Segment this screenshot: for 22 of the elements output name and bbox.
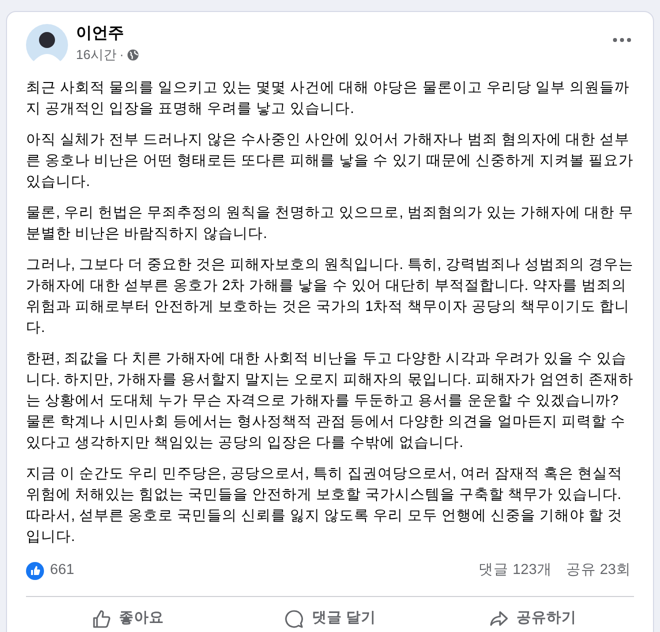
like-button[interactable]: 좋아요 <box>26 602 229 632</box>
post-paragraph: 한편, 죄값을 다 치른 가해자에 대한 사회적 비난을 두고 다양한 시각과 우려가 있을 수 있습니다. 하지만, 가해자를 용서할지 말지는 오로지 피해자의 몫입니다. 피해자가 엄연히 존재하는 상황에서 도대체 누가 무슨 자격으로 가해자를 두둔하고 용서를 운운할 수 있겠습니까? 물론 학계나 시민사회 등에서는 형사정책적 관점 등에서 다양한 의견을 얼마든지 피력할 수 있다고 생각하지만 책임있는 공당의 입장은 다를 수밖에 없습니다. <box>26 350 634 453</box>
post-paragraph: 물론, 우리 헌법은 무죄추정의 원칙을 천명하고 있으므로, 범죄혐의가 있는 가해자에 대한 무분별한 비난은 바람직하지 않습니다. <box>26 204 634 244</box>
post-paragraph: 그러나, 그보다 더 중요한 것은 피해자보호의 원칙입니다. 특히, 강력범죄나 성범죄의 경우는 가해자에 대한 섣부른 옹호가 2차 가해를 낳을 수 있어 대단히 부적절합니다. 약자를 범죄의 위험과 피해로부터 안전하게 보호하는 것은 국가의 1차적 책무이자 공당의 책무이기도 합니다. <box>26 256 634 338</box>
share-button[interactable]: 공유하기 <box>431 602 634 632</box>
avatar[interactable] <box>26 24 68 66</box>
more-icon[interactable] <box>613 38 631 42</box>
separator: · <box>119 46 124 64</box>
globe-icon <box>126 49 139 61</box>
author-name[interactable]: 이언주 <box>76 24 124 44</box>
share-arrow-icon <box>488 608 509 629</box>
post-paragraph: 지금 이 순간도 우리 민주당은, 공당으로서, 특히 집권여당으로서, 여러 잠재적 혹은 현실적 위험에 처해있는 힘없는 국민들을 안전하게 보호할 국가시스템을 구축할 책무가 있습니다. 따라서, 섣부른 옹호로 국민들의 신뢰를 잃지 않도록 우리 모두 언행에 신중을 기해야 할 것입니다. <box>26 465 624 547</box>
thumbs-up-icon <box>90 608 111 629</box>
speech-bubble-icon <box>284 608 304 629</box>
share-count[interactable]: 공유 23회 <box>566 560 631 582</box>
reaction-count[interactable]: 661 <box>50 560 74 582</box>
like-icon <box>26 562 44 580</box>
post-paragraph: 아직 실체가 전부 드러나지 않은 수사중인 사안에 있어서 가해자나 범죄 혐의자에 대한 섣부른 옹호나 비난은 어떤 형태로든 또다른 피해를 낳을 수 있기 때문에 신중하게 지켜볼 필요가 있습니다. <box>26 131 634 192</box>
post-paragraph: 최근 사회적 물의를 일으키고 있는 몇몇 사건에 대해 야당은 물론이고 우리당 일부 의원들까지 공개적인 입장을 표명해 우려를 낳고 있습니다. <box>26 79 630 119</box>
comment-button[interactable]: 댓글 달기 <box>228 602 432 632</box>
post-time[interactable]: 16시간 <box>76 46 116 64</box>
comment-count[interactable]: 댓글 123개 <box>478 560 552 582</box>
